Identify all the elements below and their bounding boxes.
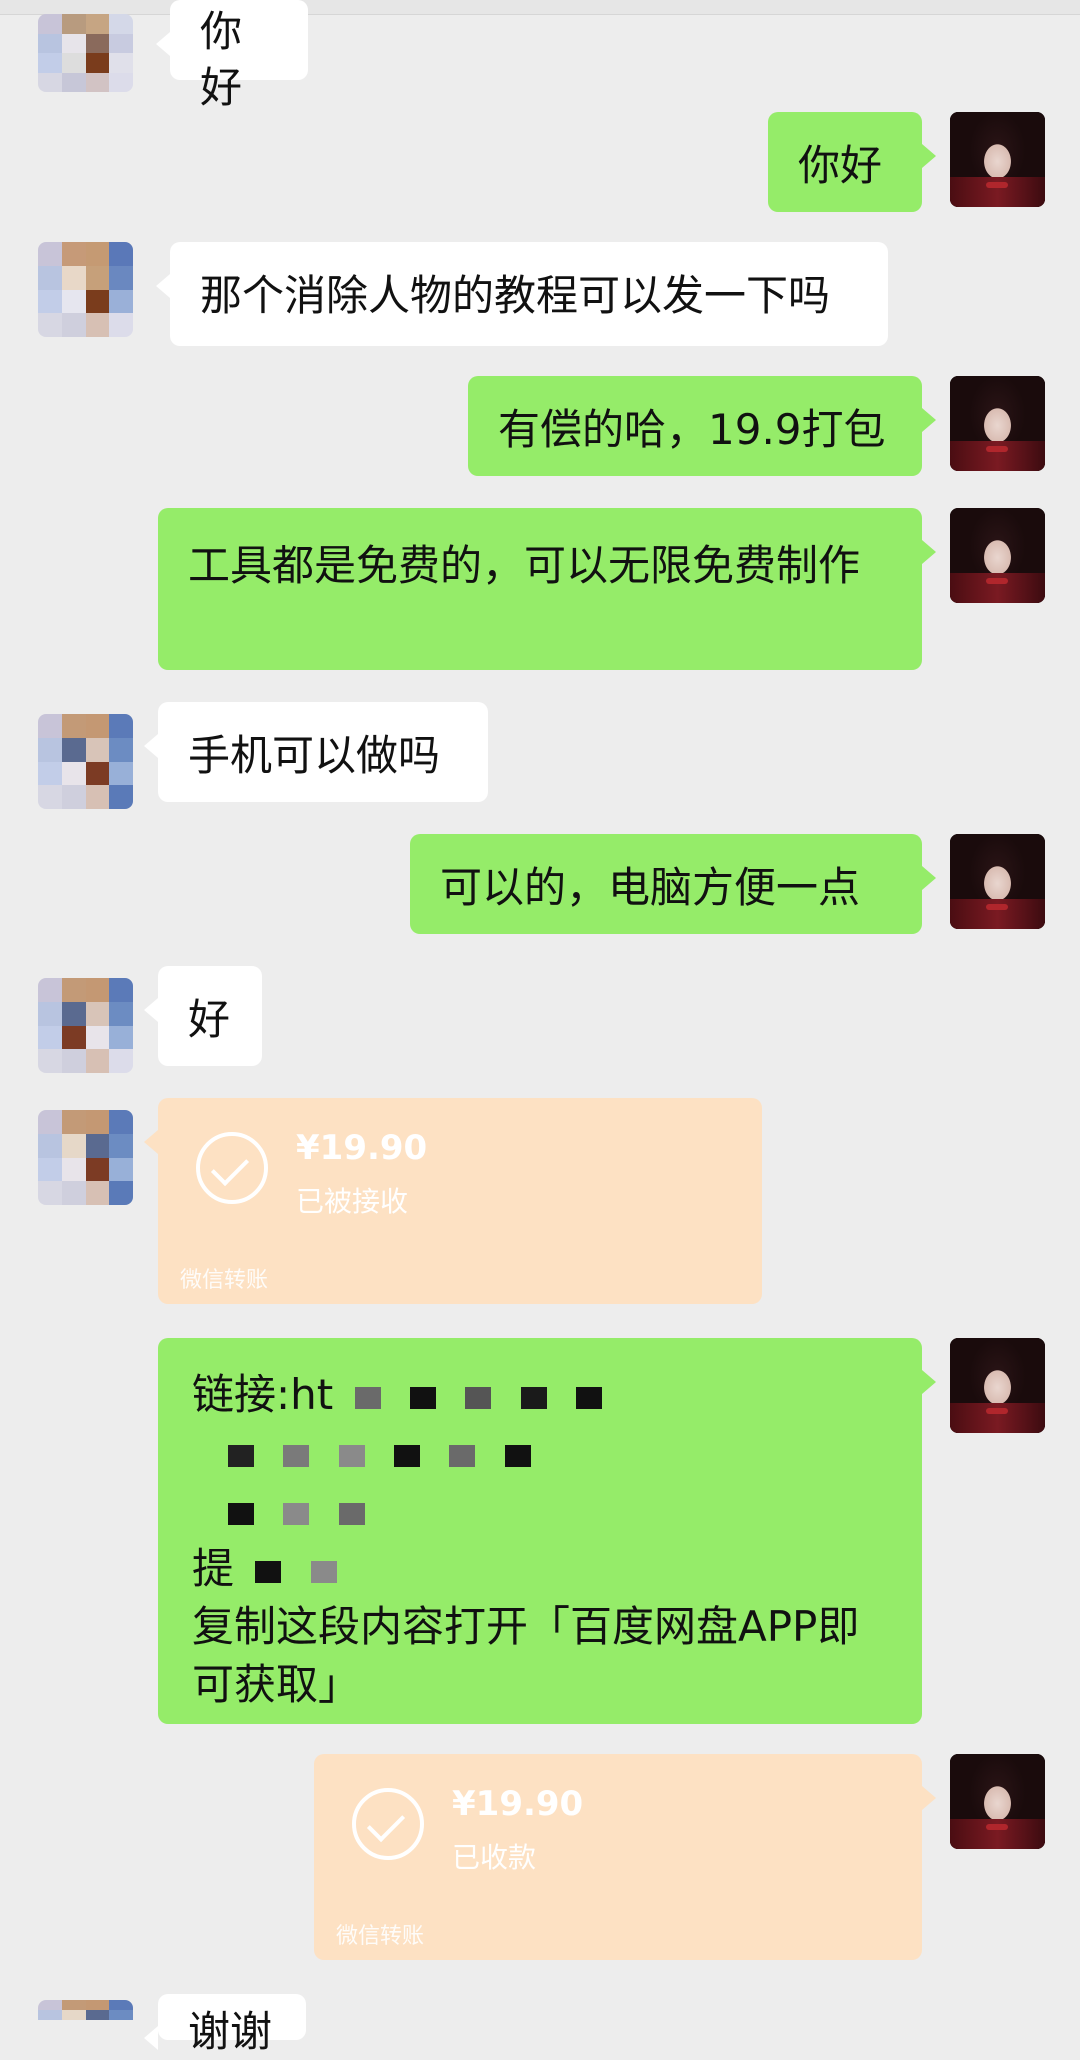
my-avatar[interactable] bbox=[950, 508, 1045, 603]
message-text: 谢谢 bbox=[188, 2007, 273, 2056]
message-text: 那个消除人物的教程可以发一下吗 bbox=[200, 271, 831, 320]
message-bubble[interactable]: 那个消除人物的教程可以发一下吗 bbox=[156, 242, 888, 346]
transfer-card[interactable]: ¥19.90 已收款 微信转账 bbox=[314, 1754, 936, 1960]
link-line[interactable]: 链接:ht bbox=[192, 1366, 888, 1424]
contact-avatar[interactable] bbox=[38, 14, 133, 92]
mosaic-block bbox=[338, 1444, 365, 1467]
mosaic-block bbox=[520, 1386, 547, 1409]
transfer-status: 已收款 bbox=[452, 1841, 537, 1874]
top-divider bbox=[0, 0, 1080, 15]
mosaic-block bbox=[409, 1386, 436, 1409]
message-bubble[interactable]: 手机可以做吗 bbox=[144, 702, 488, 802]
check-circle-icon bbox=[196, 1132, 268, 1204]
mosaic-block bbox=[449, 1444, 476, 1467]
message-bubble[interactable]: 谢谢 bbox=[144, 1994, 306, 2056]
mosaic-block bbox=[354, 1386, 381, 1409]
mosaic-block bbox=[465, 1386, 492, 1409]
check-circle-icon bbox=[352, 1788, 424, 1860]
extract-code-label: 提 bbox=[192, 1544, 235, 1593]
mosaic-block bbox=[228, 1444, 254, 1467]
mosaic-block bbox=[283, 1502, 310, 1525]
message-text: 工具都是免费的，可以无限免费制作 bbox=[188, 541, 861, 590]
transfer-label: 微信转账 bbox=[180, 1268, 269, 1293]
mosaic-block bbox=[504, 1444, 531, 1467]
link-line bbox=[192, 1482, 888, 1540]
mosaic-block bbox=[310, 1560, 337, 1583]
link-line[interactable] bbox=[192, 1424, 888, 1482]
message-bubble[interactable]: 你好 bbox=[768, 112, 936, 212]
message-text: 你好 bbox=[200, 7, 243, 112]
message-text: 好 bbox=[188, 995, 231, 1044]
my-avatar[interactable] bbox=[950, 1754, 1045, 1849]
mosaic-block bbox=[255, 1560, 282, 1583]
mosaic-block bbox=[283, 1444, 310, 1467]
message-text: 你好 bbox=[798, 141, 883, 190]
transfer-label: 微信转账 bbox=[336, 1924, 425, 1949]
message-bubble[interactable]: 你好 bbox=[156, 0, 308, 112]
mosaic-block bbox=[576, 1386, 603, 1409]
message-bubble[interactable]: 有偿的哈，19.9打包 bbox=[468, 376, 936, 476]
my-avatar[interactable] bbox=[950, 112, 1045, 207]
message-bubble[interactable]: 工具都是免费的，可以无限免费制作 bbox=[158, 508, 936, 670]
link-prefix: 链接:ht bbox=[192, 1370, 334, 1419]
my-avatar[interactable] bbox=[950, 376, 1045, 471]
transfer-card[interactable]: ¥19.90 已被接收 微信转账 bbox=[144, 1098, 762, 1304]
transfer-amount: ¥19.90 bbox=[452, 1784, 584, 1824]
message-bubble[interactable]: 好 bbox=[144, 966, 262, 1066]
message-bubble[interactable]: 可以的，电脑方便一点 bbox=[410, 834, 936, 934]
contact-avatar[interactable] bbox=[38, 714, 133, 809]
mosaic-block bbox=[394, 1444, 421, 1467]
my-avatar[interactable] bbox=[950, 834, 1045, 929]
transfer-amount: ¥19.90 bbox=[296, 1128, 428, 1168]
mosaic-block bbox=[228, 1502, 254, 1525]
contact-avatar[interactable] bbox=[38, 978, 133, 1073]
contact-avatar[interactable] bbox=[38, 2000, 133, 2040]
my-avatar[interactable] bbox=[950, 1338, 1045, 1433]
message-text: 可以的，电脑方便一点 bbox=[440, 863, 861, 912]
contact-avatar[interactable] bbox=[38, 242, 133, 337]
copy-instruction: 复制这段内容打开「百度网盘APP即可获取」 bbox=[192, 1602, 860, 1709]
message-text: 手机可以做吗 bbox=[188, 731, 441, 780]
transfer-status: 已被接收 bbox=[296, 1185, 409, 1218]
message-bubble[interactable]: 链接:ht 提 复制这段内容打开「百度网盘APP即可获取」 bbox=[158, 1338, 936, 1724]
contact-avatar[interactable] bbox=[38, 1110, 133, 1205]
message-text: 有偿的哈，19.9打包 bbox=[498, 405, 886, 454]
mosaic-block bbox=[338, 1502, 365, 1525]
extract-code-line: 提 bbox=[192, 1540, 888, 1598]
